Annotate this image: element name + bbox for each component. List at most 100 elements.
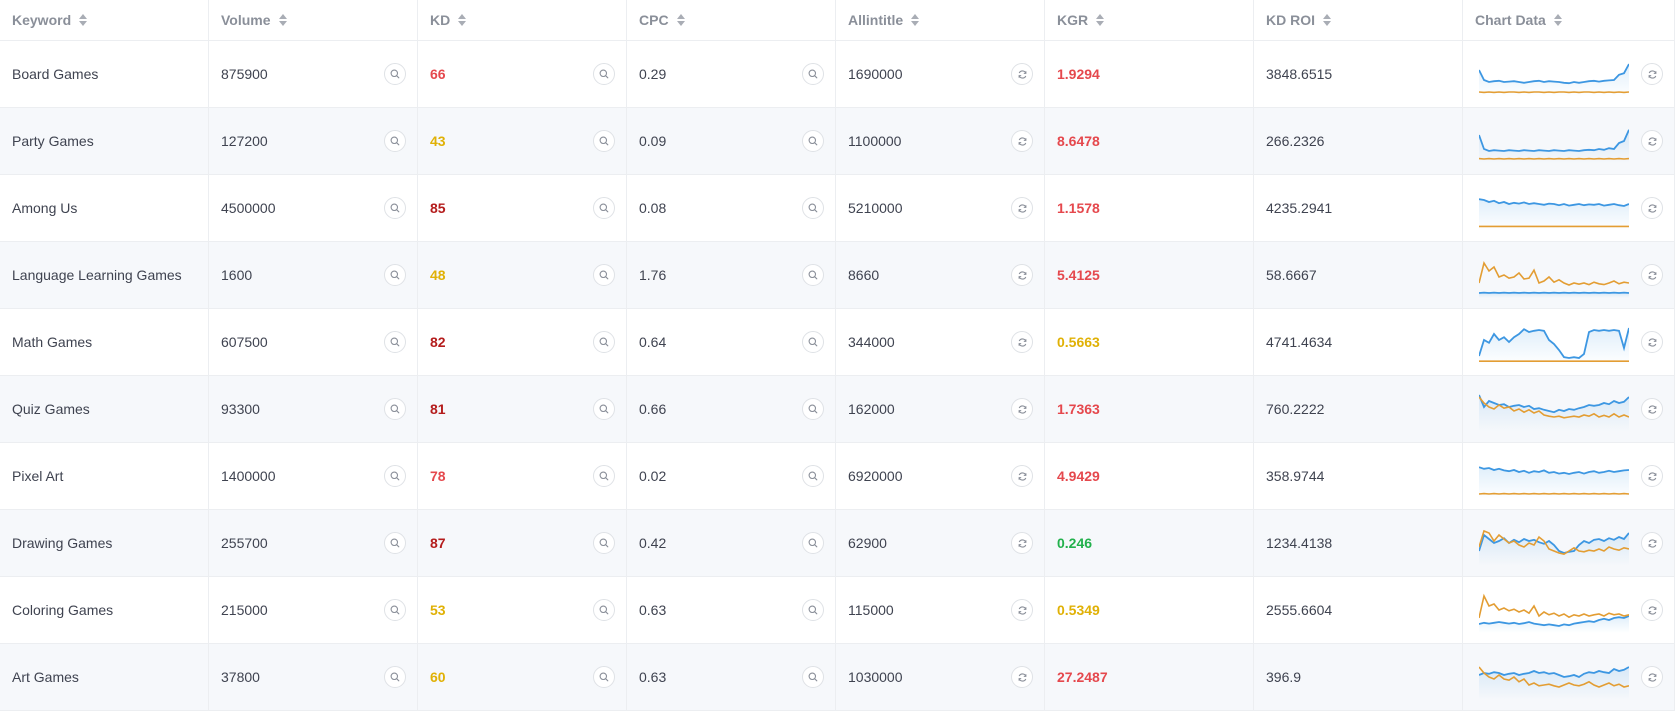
- search-icon[interactable]: [802, 465, 824, 487]
- sort-icon[interactable]: [676, 14, 685, 26]
- refresh-icon[interactable]: [1641, 63, 1663, 85]
- kd-cell-value: 53: [430, 602, 446, 618]
- volume-cell-value: 875900: [221, 66, 268, 82]
- search-icon[interactable]: [384, 331, 406, 353]
- header-cpc[interactable]: CPC: [627, 0, 836, 41]
- search-icon[interactable]: [384, 398, 406, 420]
- cpc-cell-value: 0.29: [639, 66, 667, 82]
- cpc-cell: 0.09: [627, 108, 836, 175]
- refresh-icon[interactable]: [1641, 666, 1663, 688]
- refresh-icon[interactable]: [1011, 398, 1033, 420]
- allintitle-cell-value: 6920000: [848, 468, 903, 484]
- search-icon[interactable]: [802, 599, 824, 621]
- cpc-cell-value: 0.66: [639, 401, 667, 417]
- cpc-cell: 0.08: [627, 175, 836, 242]
- search-icon[interactable]: [802, 532, 824, 554]
- sort-icon[interactable]: [1323, 14, 1331, 26]
- refresh-icon[interactable]: [1641, 532, 1663, 554]
- search-icon[interactable]: [384, 63, 406, 85]
- sort-icon[interactable]: [1553, 14, 1562, 26]
- volume-cell-value: 37800: [221, 669, 260, 685]
- sparkline-chart: [1479, 529, 1629, 566]
- refresh-icon[interactable]: [1011, 130, 1033, 152]
- search-icon[interactable]: [802, 130, 824, 152]
- allintitle-cell-value: 62900: [848, 535, 887, 551]
- kd-cell-value: 43: [430, 133, 446, 149]
- volume-cell-value: 93300: [221, 401, 260, 417]
- sort-icon[interactable]: [911, 14, 920, 26]
- keyword-cell-value: Quiz Games: [12, 401, 90, 417]
- refresh-icon[interactable]: [1641, 130, 1663, 152]
- search-icon[interactable]: [384, 130, 406, 152]
- refresh-icon[interactable]: [1641, 197, 1663, 219]
- search-icon[interactable]: [593, 264, 615, 286]
- header-kgr[interactable]: KGR: [1045, 0, 1254, 41]
- sparkline-area: [1479, 395, 1629, 432]
- kgr-cell: 0.246: [1045, 510, 1254, 577]
- sparkline-chart: [1479, 466, 1629, 499]
- search-icon[interactable]: [802, 331, 824, 353]
- sparkline-orange-series: [1479, 593, 1629, 619]
- refresh-icon[interactable]: [1641, 465, 1663, 487]
- header-volume[interactable]: Volume: [209, 0, 418, 41]
- search-icon[interactable]: [593, 666, 615, 688]
- keyword-cell-value: Board Games: [12, 66, 99, 82]
- volume-cell-value: 4500000: [221, 200, 276, 216]
- search-icon[interactable]: [593, 599, 615, 621]
- search-icon[interactable]: [593, 197, 615, 219]
- kd-cell-value: 82: [430, 334, 446, 350]
- search-icon[interactable]: [384, 264, 406, 286]
- search-icon[interactable]: [384, 666, 406, 688]
- cpc-cell: 1.76: [627, 242, 836, 309]
- refresh-icon[interactable]: [1011, 599, 1033, 621]
- kd-cell: 53: [418, 577, 627, 644]
- refresh-icon[interactable]: [1011, 63, 1033, 85]
- sort-icon[interactable]: [278, 14, 287, 26]
- refresh-icon[interactable]: [1641, 331, 1663, 353]
- kd-roi-cell: 3848.6515: [1254, 41, 1463, 108]
- header-kd-roi[interactable]: KD ROI: [1254, 0, 1463, 41]
- sparkline-blue-series: [1479, 63, 1629, 85]
- sort-icon[interactable]: [458, 14, 467, 26]
- keyword-cell: Coloring Games: [0, 577, 209, 644]
- header-kd[interactable]: KD: [418, 0, 627, 41]
- search-icon[interactable]: [593, 398, 615, 420]
- refresh-icon[interactable]: [1011, 264, 1033, 286]
- refresh-icon[interactable]: [1011, 532, 1033, 554]
- refresh-icon[interactable]: [1011, 197, 1033, 219]
- refresh-icon[interactable]: [1011, 331, 1033, 353]
- header-keyword[interactable]: Keyword: [0, 0, 209, 41]
- search-icon[interactable]: [384, 532, 406, 554]
- allintitle-cell: 115000: [836, 577, 1045, 644]
- search-icon[interactable]: [593, 532, 615, 554]
- sort-icon[interactable]: [79, 14, 88, 26]
- kd-cell: 66: [418, 41, 627, 108]
- header-label: CPC: [639, 12, 669, 28]
- kd-cell-value: 66: [430, 66, 446, 82]
- search-icon[interactable]: [384, 599, 406, 621]
- search-icon[interactable]: [593, 63, 615, 85]
- search-icon[interactable]: [593, 130, 615, 152]
- search-icon[interactable]: [384, 197, 406, 219]
- search-icon[interactable]: [802, 197, 824, 219]
- refresh-icon[interactable]: [1011, 666, 1033, 688]
- search-icon[interactable]: [802, 264, 824, 286]
- refresh-icon[interactable]: [1011, 465, 1033, 487]
- refresh-icon[interactable]: [1641, 398, 1663, 420]
- keyword-cell: Party Games: [0, 108, 209, 175]
- cpc-cell-value: 0.63: [639, 669, 667, 685]
- keyword-cell-value: Pixel Art: [12, 468, 64, 484]
- search-icon[interactable]: [802, 398, 824, 420]
- search-icon[interactable]: [802, 63, 824, 85]
- search-icon[interactable]: [593, 331, 615, 353]
- refresh-icon[interactable]: [1641, 264, 1663, 286]
- kd-roi-cell-value: 396.9: [1266, 669, 1302, 685]
- search-icon[interactable]: [384, 465, 406, 487]
- header-allintitle[interactable]: Allintitle: [836, 0, 1045, 41]
- sort-icon[interactable]: [1096, 14, 1105, 26]
- search-icon[interactable]: [593, 465, 615, 487]
- header-chart-data[interactable]: Chart Data: [1463, 0, 1675, 41]
- search-icon[interactable]: [802, 666, 824, 688]
- refresh-icon[interactable]: [1641, 599, 1663, 621]
- kd-cell-value: 81: [430, 401, 446, 417]
